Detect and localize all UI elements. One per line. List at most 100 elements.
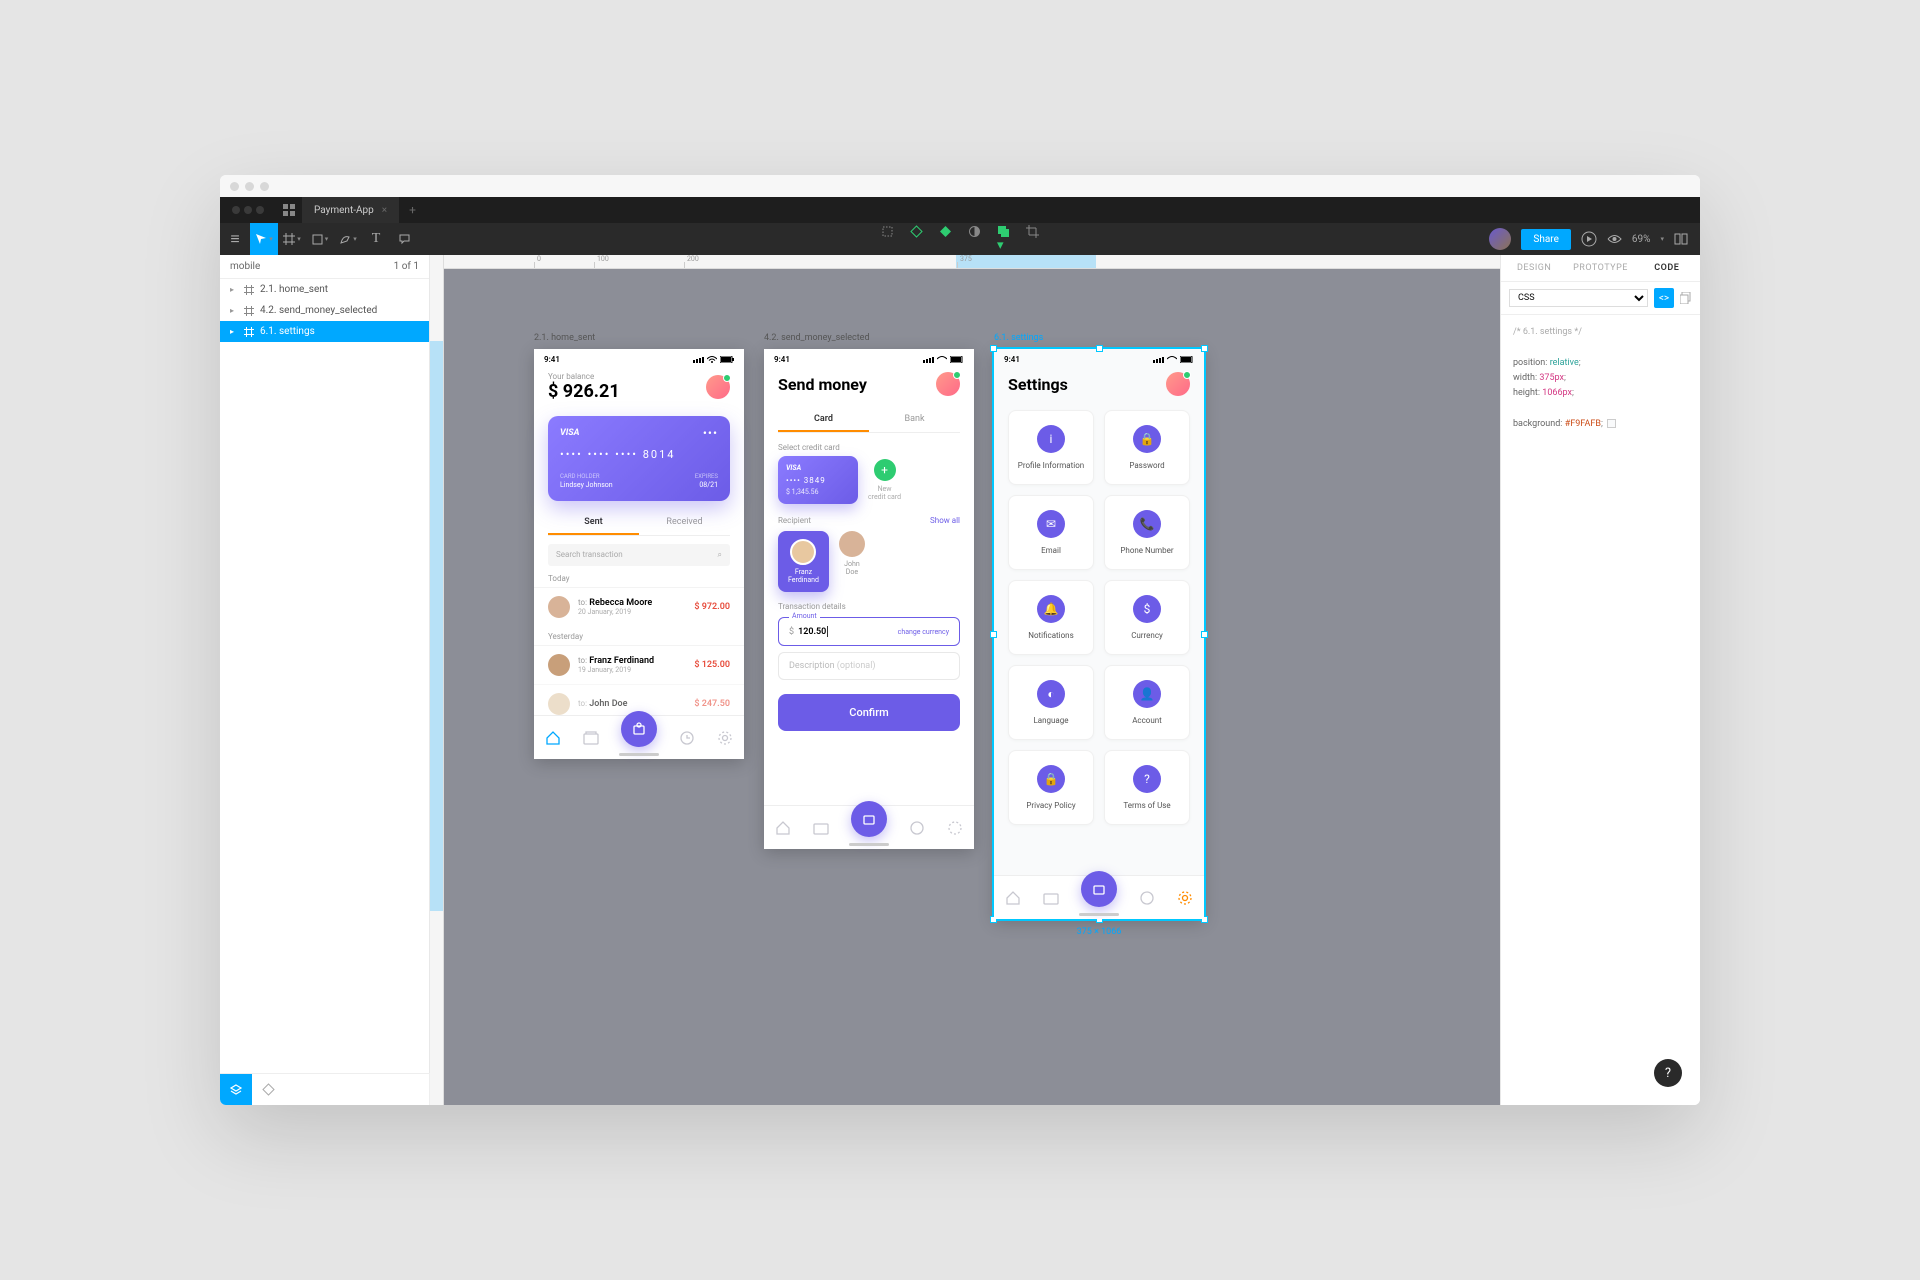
share-button[interactable]: Share [1521,229,1570,250]
recipient-selected[interactable]: Franz Ferdinand [778,531,829,592]
clock-icon[interactable] [909,820,925,836]
play-icon[interactable] [1581,231,1597,247]
transaction-row[interactable]: to: Franz Ferdinand19 January, 2019 $ 12… [534,645,744,684]
pen-tool[interactable]: ▾ [334,223,362,255]
assets-icon[interactable] [252,1074,284,1106]
layers-icon[interactable] [220,1074,252,1106]
app-window: Payment-App × + ≡ ▾ ▾ ▾ ▾ [220,175,1700,1105]
avatar [548,596,570,618]
close-icon[interactable]: × [382,205,387,216]
search-input[interactable]: Search transaction ⌕ [548,544,730,566]
avatar[interactable] [1166,372,1190,396]
change-currency-link[interactable]: change currency [898,628,949,636]
document-tab[interactable]: Payment-App × [302,197,399,223]
window-controls[interactable] [220,206,276,214]
page-name[interactable]: mobile [230,261,260,272]
amount-input[interactable]: Amount $ 120.50 change currency [778,617,960,646]
book-icon[interactable] [1674,233,1688,245]
artboard-settings[interactable]: 6.1. settings 375 × 1066 9:41 Settings i… [994,349,1204,919]
confirm-button[interactable]: Confirm [778,694,960,731]
settings-card[interactable]: 👤Account [1104,665,1190,740]
settings-card[interactable]: 📞Phone Number [1104,495,1190,570]
copy-icon[interactable] [1680,292,1692,304]
settings-card-icon: $ [1133,595,1161,623]
gear-icon[interactable] [947,820,963,836]
user-avatar[interactable] [1489,228,1511,250]
union-icon[interactable]: ▾ [997,225,1010,253]
avatar[interactable] [936,372,960,396]
code-language-select[interactable]: CSS [1509,289,1648,307]
home-icon[interactable] [775,820,791,836]
shape-tool[interactable]: ▾ [306,223,334,255]
hamburger-menu[interactable]: ≡ [220,223,250,255]
help-button[interactable]: ? [1654,1059,1682,1087]
recipient[interactable]: John Doe [839,531,865,592]
transaction-row[interactable]: to: Rebecca Moore20 January, 2019 $ 972.… [534,587,744,626]
home-icon[interactable] [1005,890,1021,906]
grid-icon[interactable] [276,197,302,223]
settings-card[interactable]: ?Terms of Use [1104,750,1190,825]
wallet-icon[interactable] [813,821,829,835]
settings-card-label: Account [1111,716,1183,725]
code-icon[interactable]: <> [1654,288,1674,308]
fab-send[interactable] [851,801,887,837]
fab-send[interactable] [621,711,657,747]
avatar [548,654,570,676]
crop-icon[interactable] [1026,225,1039,253]
settings-card-label: Notifications [1015,631,1087,640]
tab-sent[interactable]: Sent [548,511,639,535]
new-tab-button[interactable]: + [399,203,426,217]
mask-icon[interactable] [968,225,981,253]
align-icon[interactable] [881,225,894,253]
tab-card[interactable]: Card [778,408,869,432]
description-input[interactable]: Description (optional) [778,652,960,680]
wallet-icon[interactable] [583,731,599,745]
artboard-send-money[interactable]: 4.2. send_money_selected 9:41 Send money… [764,349,974,849]
fab-send[interactable] [1081,871,1117,907]
comment-tool[interactable] [390,223,418,255]
settings-card[interactable]: $Currency [1104,580,1190,655]
wallet-icon[interactable] [1043,891,1059,905]
settings-card[interactable]: 🔒Password [1104,410,1190,485]
tab-received[interactable]: Received [639,511,730,535]
settings-card-icon: ◐ [1037,680,1065,708]
move-tool[interactable]: ▾ [250,223,278,255]
tab-code[interactable]: CODE [1634,255,1700,281]
settings-card[interactable]: ◐Language [1008,665,1094,740]
gear-icon[interactable] [1177,890,1193,906]
instance-icon[interactable] [939,225,952,253]
settings-card-label: Profile Information [1015,461,1087,470]
settings-card[interactable]: 🔒Privacy Policy [1008,750,1094,825]
clock-icon[interactable] [1139,890,1155,906]
show-all-link[interactable]: Show all [930,516,960,525]
settings-card-icon: 🔒 [1133,425,1161,453]
tab-prototype[interactable]: PROTOTYPE [1567,255,1633,281]
clock-icon[interactable] [679,730,695,746]
settings-card[interactable]: iProfile Information [1008,410,1094,485]
layer-item-selected[interactable]: ▸ 6.1. settings [220,321,429,342]
settings-card-label: Email [1015,546,1087,555]
zoom-level[interactable]: 69% [1632,234,1651,245]
credit-card[interactable]: ••• VISA •••• •••• •••• 8014 CARD HOLDER… [548,416,730,501]
color-swatch[interactable] [1607,419,1616,428]
layer-item[interactable]: ▸ 4.2. send_money_selected [220,300,429,321]
settings-card[interactable]: ✉Email [1008,495,1094,570]
component-icon[interactable] [910,225,923,253]
gear-icon[interactable] [717,730,733,746]
credit-card-mini[interactable]: VISA •••• 3849 $ 1,345.56 [778,456,858,504]
more-icon[interactable]: ••• [703,426,718,440]
tab-design[interactable]: DESIGN [1501,255,1567,281]
layer-item[interactable]: ▸ 2.1. home_sent [220,279,429,300]
canvas[interactable]: 0 100 200 375 2.1. home_sent 9:41 [430,255,1500,1105]
frame-tool[interactable]: ▾ [278,223,306,255]
avatar[interactable] [706,375,730,399]
home-icon[interactable] [545,730,561,746]
settings-card[interactable]: 🔔Notifications [1008,580,1094,655]
page-title: Send money [778,375,867,394]
code-output[interactable]: /* 6.1. settings */ position: relative; … [1501,315,1700,442]
text-tool[interactable]: T [362,223,390,255]
tab-bank[interactable]: Bank [869,408,960,432]
eye-icon[interactable] [1607,234,1622,244]
artboard-home[interactable]: 2.1. home_sent 9:41 Your balance $ 926.2… [534,349,744,759]
new-card-button[interactable]: + New credit card [868,459,901,502]
